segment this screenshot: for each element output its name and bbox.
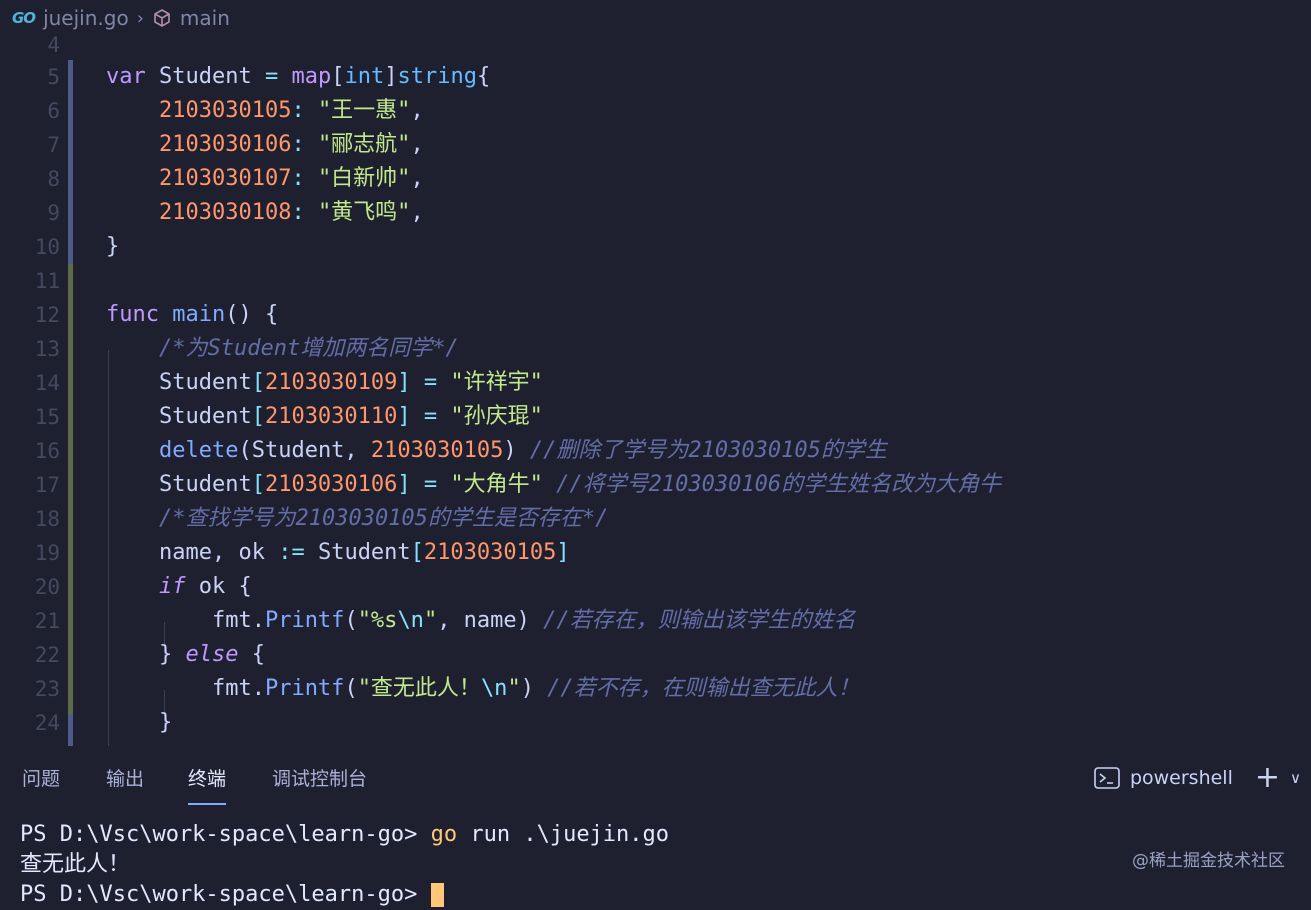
tab-output[interactable]: 输出: [106, 764, 144, 803]
code-line: 21 fmt.Printf("%s\n", name) //若存在，则输出该学生…: [0, 604, 1311, 638]
line-number: 10: [34, 235, 60, 259]
code-line: 14 Student[2103030109] = "许祥宇": [0, 366, 1311, 400]
line-number: 12: [34, 303, 60, 327]
code-text: if ok {: [158, 574, 252, 599]
line-number: 5: [47, 65, 60, 89]
chevron-down-icon[interactable]: ∨: [1290, 769, 1301, 787]
code-line: 7 2103030106: "郦志航",: [0, 128, 1311, 162]
terminal-icon: [1094, 766, 1120, 789]
breadcrumb-file[interactable]: juejin.go: [43, 6, 129, 30]
add-terminal-icon[interactable]: +: [1255, 760, 1280, 795]
line-number: 17: [34, 473, 60, 497]
line-number: 6: [47, 99, 60, 123]
terminal-command-args: run .\juejin.go: [457, 822, 670, 847]
bottom-panel: 问题 输出 终端 调试控制台 powershell + ∨ PS D:\Vsc\…: [0, 746, 1311, 907]
go-file-icon: GO: [12, 9, 36, 27]
code-line: 5 var Student = map[int]string{: [0, 60, 1311, 94]
code-line: 11: [0, 264, 1311, 298]
line-number: 14: [34, 371, 60, 395]
code-text: name, ok := Student[2103030105]: [158, 540, 570, 565]
line-number: 19: [34, 541, 60, 565]
code-text: fmt.Printf("%s\n", name) //若存在，则输出该学生的姓名: [211, 608, 856, 633]
line-number: 20: [34, 575, 60, 599]
code-line: 20 if ok {: [0, 570, 1311, 604]
code-line: 24 }: [0, 706, 1311, 740]
code-text: 2103030105: "王一惠",: [158, 98, 424, 123]
code-text: var Student = map[int]string{: [106, 64, 491, 89]
terminal-prompt: PS D:\Vsc\work-space\learn-go>: [20, 822, 431, 847]
line-number: 4: [47, 33, 60, 57]
code-line: 9 2103030108: "黄飞鸣",: [0, 196, 1311, 230]
code-line: 19 name, ok := Student[2103030105]: [0, 536, 1311, 570]
code-line: 23 fmt.Printf("查无此人！\n") //若不存，在则输出查无此人！: [0, 672, 1311, 706]
code-editor[interactable]: 4 5 var Student = map[int]string{ 6 21030…: [0, 28, 1311, 746]
code-text: delete(Student, 2103030105) //删除了学号为2103…: [158, 438, 887, 463]
line-number: 13: [34, 337, 60, 361]
terminal-cursor: [430, 883, 444, 907]
code-line: 13 /*为Student增加两名同学*/: [0, 332, 1311, 366]
code-text: Student[2103030109] = "许祥宇": [158, 370, 543, 395]
code-text: } else {: [158, 642, 265, 667]
code-text: 2103030108: "黄飞鸣",: [158, 200, 424, 225]
tab-terminal[interactable]: 终端: [188, 764, 227, 805]
code-text: 2103030106: "郦志航",: [158, 132, 424, 157]
code-line: 10}: [0, 230, 1311, 264]
line-number: 7: [47, 133, 60, 157]
code-line: 17 Student[2103030106] = "大角牛" //将学号2103…: [0, 468, 1311, 502]
code-text: 2103030107: "白新帅",: [158, 166, 424, 191]
terminal-result: 查无此人！: [20, 852, 131, 877]
terminal-output[interactable]: PS D:\Vsc\work-space\learn-go> go run .\…: [20, 820, 669, 910]
terminal-prompt: PS D:\Vsc\work-space\learn-go>: [20, 882, 431, 907]
code-text: /*为Student增加两名同学*/: [158, 336, 459, 361]
tab-debug-console[interactable]: 调试控制台: [272, 764, 367, 803]
watermark: @稀土掘金技术社区: [1132, 851, 1285, 871]
line-number: 23: [34, 677, 60, 701]
code-line: 15 Student[2103030110] = "孙庆琨": [0, 400, 1311, 434]
code-text: }: [158, 710, 173, 735]
code-text: }: [106, 234, 120, 259]
code-text: /*查找学号为2103030105的学生是否存在*/: [158, 506, 609, 531]
line-number: 24: [34, 711, 60, 735]
tab-problems[interactable]: 问题: [22, 764, 60, 803]
line-number: 18: [34, 507, 60, 531]
code-text: func main() {: [106, 302, 279, 327]
cube-icon: [154, 9, 170, 27]
code-line: 18 /*查找学号为2103030105的学生是否存在*/: [0, 502, 1311, 536]
line-number: 22: [34, 643, 60, 667]
terminal-controls: powershell + ∨: [1094, 760, 1301, 795]
breadcrumb-symbol[interactable]: main: [180, 6, 230, 30]
code-text: Student[2103030106] = "大角牛" //将学号2103030…: [158, 472, 1002, 497]
line-number: 11: [34, 269, 60, 293]
line-number: 8: [47, 167, 60, 191]
terminal-command-go: go: [430, 822, 458, 847]
terminal-shell-selector[interactable]: powershell: [1130, 767, 1233, 789]
code-text: Student[2103030110] = "孙庆琨": [158, 404, 543, 429]
code-line: 16 delete(Student, 2103030105) //删除了学号为2…: [0, 434, 1311, 468]
code-line: 4: [0, 28, 1311, 62]
line-number: 16: [34, 439, 60, 463]
line-number: 9: [47, 201, 60, 225]
code-line: 12 func main() {: [0, 298, 1311, 332]
chevron-right-icon: ›: [136, 7, 144, 29]
code-text: fmt.Printf("查无此人！\n") //若不存，在则输出查无此人！: [211, 676, 860, 701]
line-number: 15: [34, 405, 60, 429]
panel-tabs: 问题 输出 终端 调试控制台 powershell + ∨: [0, 746, 1311, 810]
line-number: 21: [34, 609, 60, 633]
code-line: 22 } else {: [0, 638, 1311, 672]
code-line: 8 2103030107: "白新帅",: [0, 162, 1311, 196]
code-line: 6 2103030105: "王一惠",: [0, 94, 1311, 128]
